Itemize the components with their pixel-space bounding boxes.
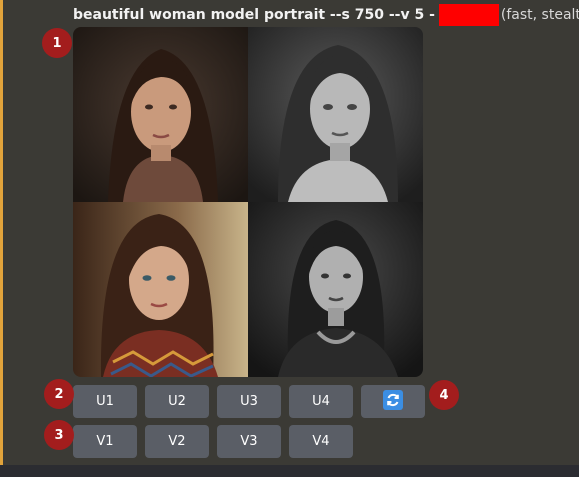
annotation-marker-2: 2 bbox=[44, 379, 74, 409]
upscale-button-3[interactable]: U3 bbox=[217, 385, 281, 418]
prompt-text: beautiful woman model portrait --s 750 -… bbox=[73, 7, 435, 23]
grid-image-1[interactable] bbox=[73, 27, 248, 202]
mode-text: (fast, stealth) bbox=[500, 7, 579, 23]
variation-button-1[interactable]: V1 bbox=[73, 425, 137, 458]
grid-image-4[interactable] bbox=[248, 202, 423, 377]
variation-button-4[interactable]: V4 bbox=[289, 425, 353, 458]
refresh-icon bbox=[383, 389, 403, 414]
variation-button-3[interactable]: V3 bbox=[217, 425, 281, 458]
chat-message: beautiful woman model portrait --s 750 -… bbox=[0, 0, 579, 477]
annotation-marker-3: 3 bbox=[44, 420, 74, 450]
mention-accent-bar bbox=[0, 0, 3, 465]
annotation-marker-1: 1 bbox=[42, 28, 72, 58]
reroll-button[interactable] bbox=[361, 385, 425, 418]
redacted-username bbox=[438, 4, 499, 26]
image-grid[interactable] bbox=[73, 27, 423, 377]
bottom-bar bbox=[0, 465, 579, 477]
upscale-button-1[interactable]: U1 bbox=[73, 385, 137, 418]
message-header: beautiful woman model portrait --s 750 -… bbox=[73, 4, 579, 26]
grid-image-3[interactable] bbox=[73, 202, 248, 377]
grid-image-2[interactable] bbox=[248, 27, 423, 202]
upscale-button-4[interactable]: U4 bbox=[289, 385, 353, 418]
upscale-button-2[interactable]: U2 bbox=[145, 385, 209, 418]
annotation-marker-4: 4 bbox=[429, 380, 459, 410]
variation-button-2[interactable]: V2 bbox=[145, 425, 209, 458]
